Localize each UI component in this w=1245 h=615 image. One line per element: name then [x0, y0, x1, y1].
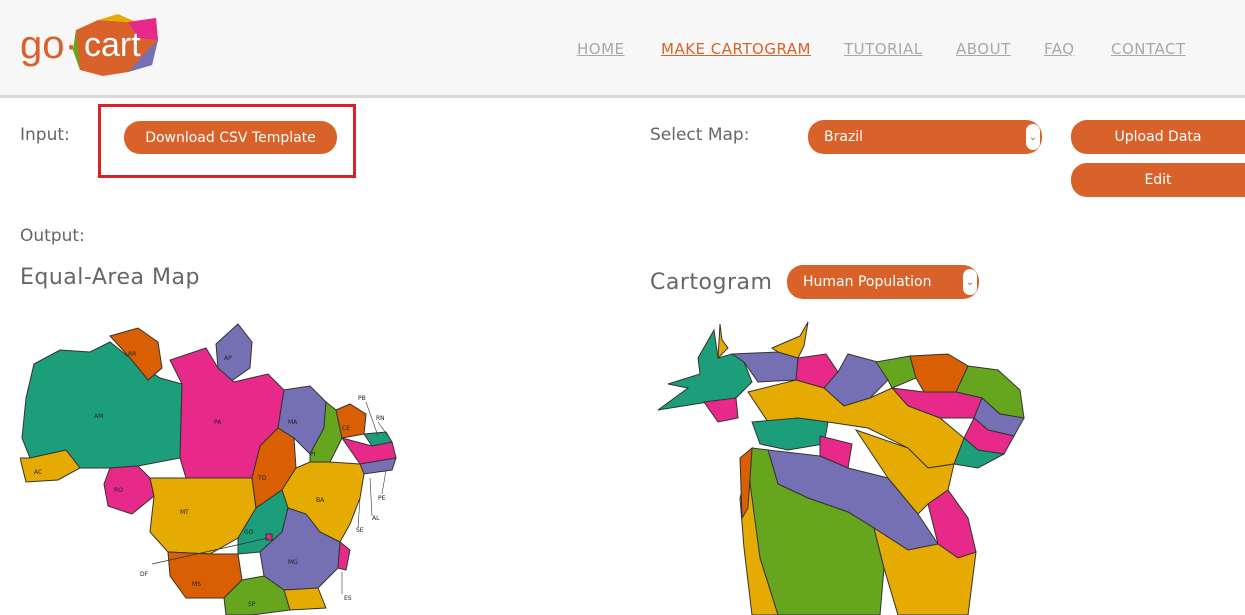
equal-area-map-title: Equal-Area Map — [20, 265, 200, 290]
map-label-go: GO — [244, 529, 254, 536]
chevron-down-icon: ⌄ — [1026, 124, 1040, 150]
cartogram-variable-select[interactable]: Human Population ⌄ — [787, 265, 979, 299]
equal-area-map[interactable]: RR AP AM PA MA CE RN PB PE AL SE BA PI T… — [20, 318, 420, 615]
nav-contact[interactable]: CONTACT — [1111, 40, 1186, 58]
go-cart-logo[interactable]: go· cart — [18, 10, 163, 80]
map-label-am: AM — [94, 413, 103, 420]
cartogram-title: Cartogram — [650, 270, 773, 295]
highlight-box — [98, 104, 356, 178]
upload-data-button[interactable]: Upload Data — [1071, 120, 1245, 154]
state-es[interactable] — [337, 541, 351, 571]
map-label-ac: AC — [34, 469, 42, 476]
map-label-pa: PA — [214, 419, 222, 426]
edit-button[interactable]: Edit — [1071, 163, 1245, 197]
region-pink-2[interactable] — [703, 397, 739, 423]
state-df[interactable] — [265, 533, 273, 541]
state-ro[interactable] — [103, 465, 155, 515]
output-label: Output: — [20, 226, 85, 246]
region-teal-north[interactable] — [657, 328, 753, 411]
region-yellow-spike[interactable] — [717, 323, 729, 360]
logo-graphic: go· cart — [20, 14, 158, 76]
input-label: Input: — [20, 125, 70, 145]
map-label-ms: MS — [192, 581, 201, 588]
state-ce[interactable] — [335, 403, 367, 439]
cartogram-map[interactable] — [648, 318, 1048, 615]
cartogram-variable-value: Human Population — [803, 274, 932, 290]
map-label-pe: PE — [378, 495, 386, 502]
nav-about[interactable]: ABOUT — [956, 40, 1011, 58]
state-rj[interactable] — [283, 587, 327, 611]
nav-home[interactable]: HOME — [577, 40, 625, 58]
map-label-ap: AP — [224, 355, 232, 362]
map-label-mg: MG — [288, 559, 298, 566]
map-label-rr: RR — [128, 351, 136, 358]
map-label-al: AL — [372, 515, 380, 522]
map-label-rn: RN — [376, 415, 385, 422]
header: go· cart HOME MAKE CARTOGRAM TUTORIAL AB… — [0, 0, 1245, 98]
map-label-ro: RO — [114, 487, 123, 494]
select-map-label: Select Map: — [650, 125, 750, 145]
map-label-ma: MA — [288, 419, 298, 426]
logo-word: cart — [84, 26, 141, 64]
map-label-ce: CE — [342, 425, 350, 432]
nav-make-cartogram[interactable]: MAKE CARTOGRAM — [661, 40, 811, 58]
map-label-sp: SP — [248, 601, 256, 608]
map-label-mt: MT — [180, 509, 189, 516]
map-label-df: DF — [140, 571, 149, 578]
map-label-to: TO — [257, 475, 267, 482]
chevron-down-icon: ⌄ — [963, 269, 977, 295]
map-label-ba: BA — [316, 497, 325, 504]
logo-prefix: go· — [20, 23, 78, 67]
nav-faq[interactable]: FAQ — [1044, 40, 1075, 58]
map-select[interactable]: Brazil ⌄ — [808, 120, 1042, 154]
map-label-pi: PI — [310, 451, 316, 458]
map-select-value: Brazil — [824, 129, 864, 145]
nav-tutorial[interactable]: TUTORIAL — [844, 40, 923, 58]
map-label-se: SE — [356, 527, 364, 534]
region-teal-central[interactable] — [751, 417, 829, 451]
map-label-es: ES — [344, 595, 352, 602]
map-label-pb: PB — [358, 395, 366, 402]
